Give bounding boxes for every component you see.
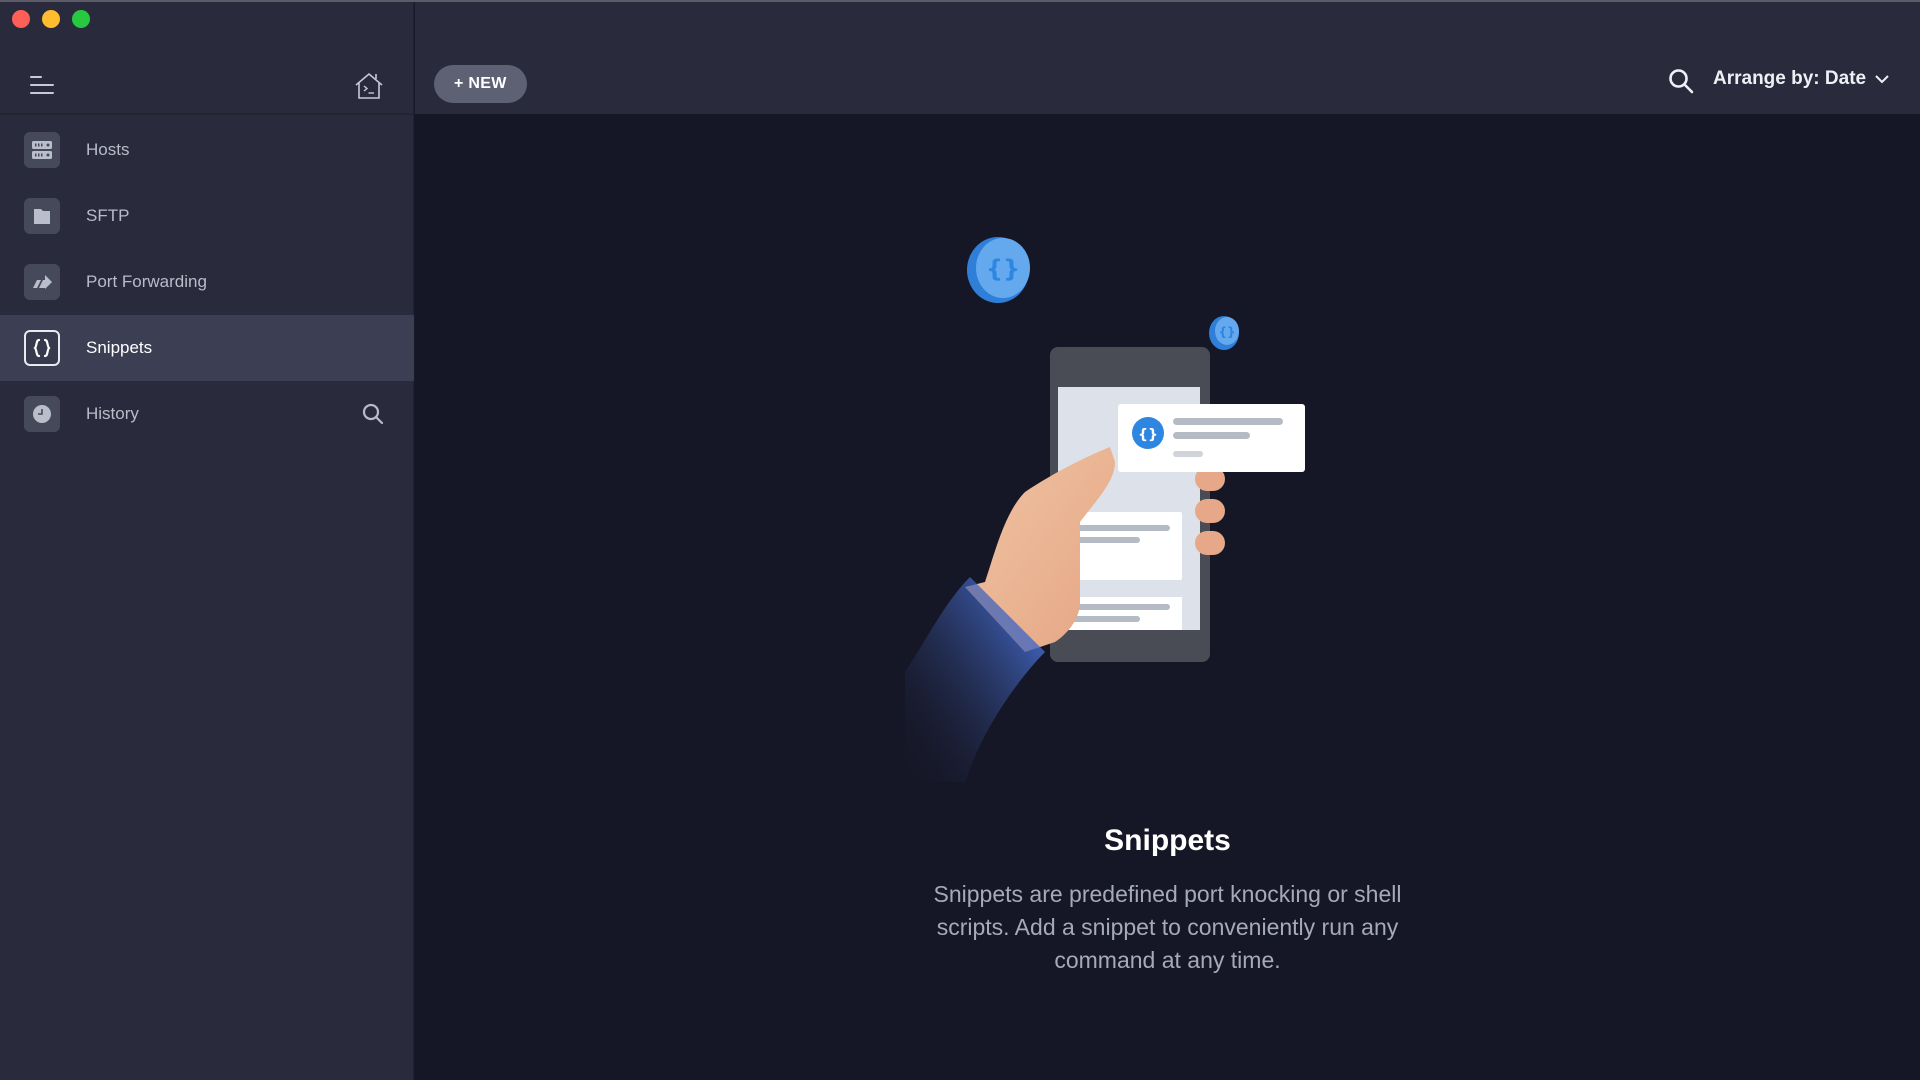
- search-icon[interactable]: [1668, 68, 1694, 94]
- empty-state-description: Snippets are predefined port knocking or…: [933, 881, 1402, 973]
- sidebar-item-label: History: [86, 404, 139, 423]
- sidebar-item-snippets[interactable]: Snippets: [0, 315, 414, 381]
- new-snippet-button[interactable]: + NEW: [434, 65, 527, 103]
- sidebar: Hosts SFTP Port Forwarding Snippets Hist…: [0, 2, 414, 1080]
- close-window-button[interactable]: [12, 10, 30, 28]
- sidebar-item-label: Snippets: [86, 338, 153, 357]
- floating-braces-coin: {}: [967, 237, 1030, 303]
- app-window: Hosts SFTP Port Forwarding Snippets Hist…: [0, 0, 1920, 1080]
- curly-braces-icon: [24, 330, 60, 366]
- arrange-by-label: Arrange by: Date: [1713, 68, 1867, 89]
- snippets-illustration: {} {} {}: [905, 222, 1425, 802]
- window-controls: [12, 10, 90, 28]
- sidebar-nav: Hosts SFTP Port Forwarding Snippets Hist…: [0, 117, 414, 447]
- server-rack-icon: [24, 132, 60, 168]
- sidebar-item-sftp[interactable]: SFTP: [0, 183, 414, 249]
- snippet-card: {}: [1118, 404, 1305, 472]
- sidebar-item-port-forwarding[interactable]: Port Forwarding: [0, 249, 414, 315]
- terminal-home-icon[interactable]: [354, 72, 384, 100]
- clock-icon: [24, 396, 60, 432]
- svg-text:{}: {}: [986, 255, 1020, 283]
- sidebar-item-hosts[interactable]: Hosts: [0, 117, 414, 183]
- floating-braces-coin-small: {}: [1209, 316, 1239, 350]
- svg-text:{}: {}: [1138, 427, 1158, 443]
- hamburger-menu-icon[interactable]: [30, 76, 56, 96]
- history-search-icon[interactable]: [362, 403, 384, 425]
- main-panel: + NEW Arrange by: Date {} {} {} Snippets…: [415, 2, 1920, 1080]
- sidebar-item-label: Hosts: [86, 140, 130, 159]
- svg-text:{}: {}: [1218, 325, 1235, 339]
- arrange-by-dropdown[interactable]: Arrange by: Date: [1713, 68, 1890, 90]
- toolbar: + NEW Arrange by: Date: [415, 2, 1920, 114]
- folder-icon: [24, 198, 60, 234]
- maximize-window-button[interactable]: [72, 10, 90, 28]
- minimize-window-button[interactable]: [42, 10, 60, 28]
- sidebar-item-history[interactable]: History: [0, 381, 414, 447]
- port-forward-arrow-icon: [24, 264, 60, 300]
- sidebar-item-label: SFTP: [86, 206, 130, 225]
- empty-state-title: Snippets: [1104, 824, 1231, 857]
- sidebar-header: [0, 2, 414, 115]
- chevron-down-icon: [1874, 71, 1890, 87]
- sidebar-item-label: Port Forwarding: [86, 272, 207, 291]
